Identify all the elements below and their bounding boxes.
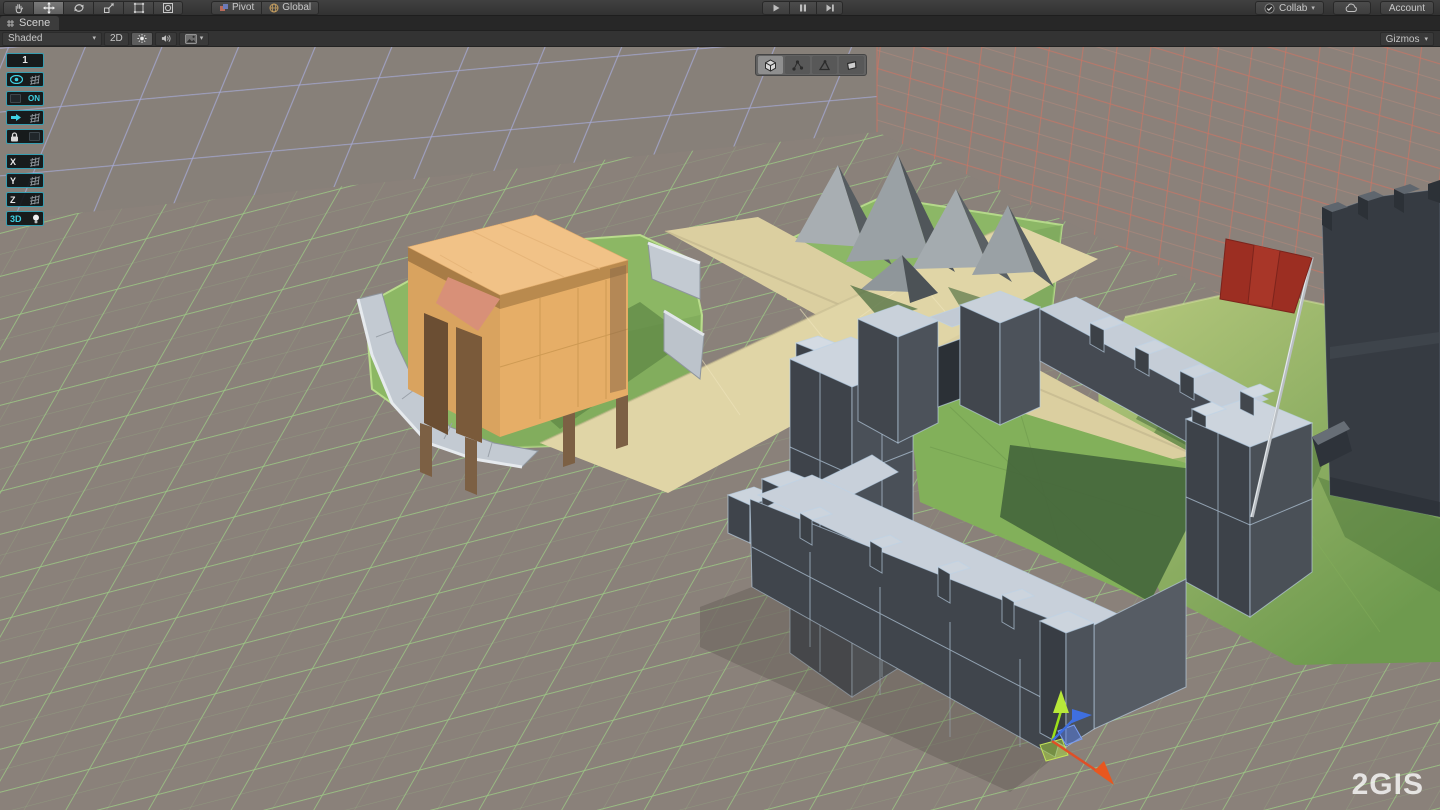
pivot-toggle-group: Pivot Global — [211, 1, 319, 15]
face-mode-button[interactable] — [839, 56, 864, 74]
step-icon — [825, 3, 835, 13]
scene-audio-button[interactable] — [155, 32, 177, 46]
vertex-mode-button[interactable] — [785, 56, 810, 74]
pause-button[interactable] — [789, 1, 816, 15]
progrids-push-to-grid-button[interactable] — [6, 110, 44, 125]
axis-y-label: Y — [10, 176, 16, 186]
rect-tool-button[interactable] — [123, 1, 153, 15]
move-icon — [43, 2, 55, 14]
scene-lighting-button[interactable] — [131, 32, 153, 46]
gizmos-label: Gizmos — [1386, 34, 1420, 45]
progrids-y-axis-button[interactable]: Y — [6, 173, 44, 188]
progrids-z-axis-button[interactable]: Z — [6, 192, 44, 207]
push-arrow-icon — [10, 113, 22, 122]
global-toggle-button[interactable]: Global — [261, 1, 319, 15]
globe-icon — [269, 3, 279, 13]
scene-effects-dropdown[interactable]: ▾ — [179, 32, 210, 46]
scene-viewport[interactable]: 1 ON — [0, 47, 1440, 810]
account-area: Collab ▾ Account — [1255, 1, 1434, 15]
mode-3d-label: 3D — [10, 214, 22, 224]
snap-toggle-box — [10, 94, 21, 103]
scene-view-toolbar: Shaded ▾ 2D ▾ Gizmos — [0, 31, 1440, 47]
shading-mode-dropdown[interactable]: Shaded ▾ — [2, 32, 102, 46]
transform-tool-icon — [162, 2, 174, 14]
progrids-lock-grid-button[interactable] — [6, 129, 44, 144]
edge-mode-button[interactable] — [812, 56, 837, 74]
grid-plane-icon — [29, 75, 40, 85]
toggle-2d-label: 2D — [110, 33, 123, 44]
transform-tool-button[interactable] — [153, 1, 183, 15]
gizmos-caret: ▾ — [1424, 36, 1428, 43]
scale-icon — [103, 2, 115, 14]
effects-caret: ▾ — [200, 35, 204, 42]
progrids-3d-mode-button[interactable]: 3D — [6, 211, 44, 226]
lock-state-box — [29, 132, 40, 141]
shading-caret: ▾ — [92, 35, 96, 42]
2gis-watermark: 2GIS — [1352, 768, 1424, 802]
scene-tab-icon — [6, 19, 15, 28]
grid-plane-icon — [29, 157, 40, 167]
progrids-x-axis-button[interactable]: X — [6, 154, 44, 169]
scale-tool-button[interactable] — [93, 1, 123, 15]
sun-icon — [137, 33, 147, 44]
panel-tab-strip: Scene — [0, 16, 1440, 31]
cloud-button[interactable] — [1333, 1, 1371, 15]
scene-tab[interactable]: Scene — [0, 16, 59, 30]
eye-icon — [10, 75, 23, 84]
move-tool-button[interactable] — [33, 1, 63, 15]
rect-tool-icon — [133, 2, 145, 14]
grid-plane-icon — [29, 195, 40, 205]
account-button[interactable]: Account — [1380, 1, 1434, 15]
global-label: Global — [282, 2, 311, 13]
effects-image-icon — [185, 34, 197, 44]
grid-plane-icon — [29, 113, 40, 123]
pivot-toggle-button[interactable]: Pivot — [211, 1, 261, 15]
main-toolbar: Pivot Global — [0, 0, 1440, 16]
edge-mode-icon — [818, 59, 831, 72]
hand-tool-button[interactable] — [3, 1, 33, 15]
play-controls — [762, 1, 843, 15]
pivot-label: Pivot — [232, 2, 254, 13]
transform-tools — [3, 1, 183, 15]
axis-z-label: Z — [10, 195, 16, 205]
face-mode-icon — [845, 59, 858, 72]
progrids-show-grid-button[interactable] — [6, 72, 44, 87]
object-mode-icon — [764, 59, 777, 72]
vertex-mode-icon — [791, 59, 804, 72]
gizmos-dropdown[interactable]: Gizmos ▾ — [1380, 32, 1434, 46]
scene-tab-label: Scene — [19, 17, 50, 29]
lock-icon — [10, 132, 19, 142]
cloud-icon — [1345, 3, 1359, 13]
collab-check-icon — [1264, 3, 1275, 14]
progrids-toolbar: 1 ON — [6, 53, 44, 230]
account-label: Account — [1389, 3, 1425, 14]
play-button[interactable] — [762, 1, 789, 15]
toggle-2d-button[interactable]: 2D — [104, 32, 129, 46]
pivot-icon — [219, 3, 229, 13]
step-button[interactable] — [816, 1, 843, 15]
snap-on-label: ON — [28, 94, 40, 103]
pause-icon — [798, 3, 808, 13]
collab-caret: ▾ — [1311, 5, 1315, 12]
shading-mode-label: Shaded — [8, 33, 42, 44]
unity-editor-window: Pivot Global — [0, 0, 1440, 810]
bulb-icon — [32, 214, 40, 224]
axis-x-label: X — [10, 157, 16, 167]
snap-value: 1 — [22, 55, 28, 66]
object-mode-button[interactable] — [758, 56, 783, 74]
scene-3d-render — [0, 47, 1440, 810]
progrids-snap-enabled-button[interactable]: ON — [6, 91, 44, 106]
keep-tower[interactable] — [1312, 180, 1440, 517]
collab-label: Collab — [1279, 3, 1307, 14]
rotate-tool-button[interactable] — [63, 1, 93, 15]
rotate-icon — [73, 2, 85, 14]
collab-button[interactable]: Collab ▾ — [1255, 1, 1324, 15]
hand-icon — [13, 2, 25, 14]
play-icon — [771, 3, 781, 13]
progrids-snap-value-button[interactable]: 1 — [6, 53, 44, 68]
grid-plane-icon — [29, 176, 40, 186]
probuilder-mode-toolbar — [755, 54, 867, 76]
speaker-icon — [161, 33, 171, 44]
